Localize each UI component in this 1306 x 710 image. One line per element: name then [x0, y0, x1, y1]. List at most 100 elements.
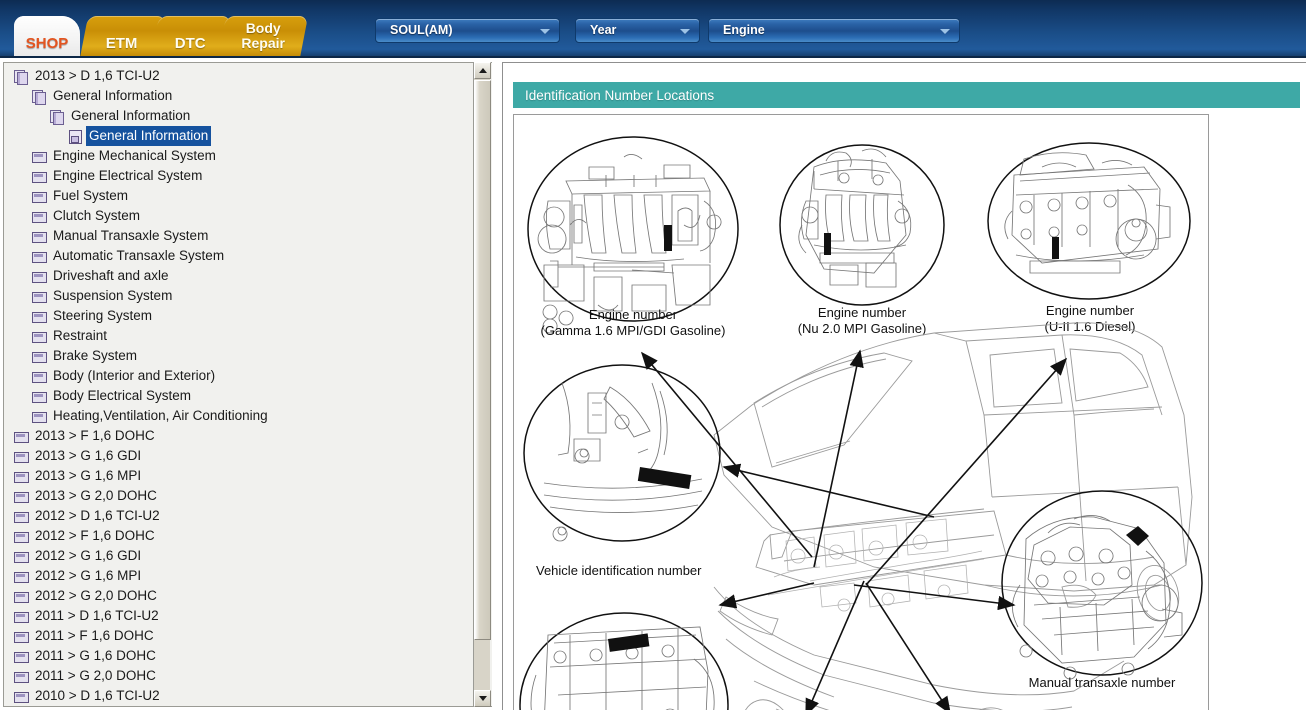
tree-item[interactable]: 2012 > G 2,0 DOHC — [7, 586, 477, 606]
tree-item[interactable]: 2011 > G 1,6 DOHC — [7, 646, 477, 666]
tree-item[interactable]: Restraint — [7, 326, 477, 346]
node-icon — [31, 329, 47, 343]
tree-item[interactable]: Engine Electrical System — [7, 166, 477, 186]
tree-item[interactable]: General Information — [7, 106, 477, 126]
node-icon — [13, 689, 29, 703]
caption-vin: Vehicle identification number — [536, 563, 702, 578]
app-header: SHOP ETM DTC Body Repair SOUL(AM) Year E… — [0, 0, 1306, 58]
tab-body-repair[interactable]: Body Repair — [217, 16, 309, 56]
node-icon — [31, 349, 47, 363]
tree-item-label: 2012 > G 1,6 MPI — [35, 568, 142, 583]
tab-shop[interactable]: SHOP — [14, 16, 80, 56]
figure-container: Engine number (Gamma 1.6 MPI/GDI Gasolin… — [513, 114, 1209, 710]
tree-item-label: Engine Mechanical System — [53, 148, 216, 163]
tree-item-label: Engine Electrical System — [53, 168, 203, 183]
tree-item-label: 2013 > D 1,6 TCI-U2 — [35, 68, 160, 83]
node-icon — [31, 389, 47, 403]
identification-number-diagram: Engine number (Gamma 1.6 MPI/GDI Gasolin… — [519, 136, 1203, 710]
tree-item[interactable]: 2012 > F 1,6 DOHC — [7, 526, 477, 546]
tree-item-label: Heating,Ventilation, Air Conditioning — [53, 408, 268, 423]
tree-item[interactable]: Steering System — [7, 306, 477, 326]
tree-item-label: General Information — [53, 88, 173, 103]
tree-item[interactable]: Brake System — [7, 346, 477, 366]
tree-scrollbar[interactable] — [473, 62, 491, 707]
tree-item[interactable]: 2013 > D 1,6 TCI-U2 — [7, 66, 477, 86]
tree-item[interactable]: Clutch System — [7, 206, 477, 226]
tree-item[interactable]: 2010 > D 1,6 TCI-U2 — [7, 686, 477, 706]
scroll-down-button[interactable] — [474, 690, 491, 707]
node-icon — [31, 149, 47, 163]
tab-body-repair-label: Body Repair — [241, 19, 286, 51]
tree-item[interactable]: 2011 > F 1,6 DOHC — [7, 626, 477, 646]
node-icon — [13, 509, 29, 523]
callout-circle-vin — [523, 364, 721, 542]
tree-item[interactable]: 2012 > G 1,6 MPI — [7, 566, 477, 586]
tree-item[interactable]: Driveshaft and axle — [7, 266, 477, 286]
node-icon — [31, 289, 47, 303]
tree-item-label: Manual Transaxle System — [53, 228, 209, 243]
node-icon — [13, 589, 29, 603]
node-icon — [31, 169, 47, 183]
year-select[interactable]: Year — [575, 18, 700, 43]
callout-circle-uii — [987, 142, 1191, 300]
caption-engine-gamma-line2: (Gamma 1.6 MPI/GDI Gasoline) — [541, 323, 726, 338]
tree-item-label: 2011 > G 1,6 DOHC — [35, 648, 156, 663]
navigation-tree-panel: 2013 > D 1,6 TCI-U2 General Information Ge… — [3, 62, 492, 707]
chevron-down-icon — [940, 29, 950, 34]
tree-item-label: 2013 > G 2,0 DOHC — [35, 488, 157, 503]
caption-engine-uii-line1: Engine number — [1046, 303, 1135, 318]
tree-item[interactable]: 2011 > D 1,6 TCI-U2 — [7, 606, 477, 626]
tree-item-label: 2012 > F 1,6 DOHC — [35, 528, 155, 543]
tab-etm-label: ETM — [105, 35, 138, 52]
tree-item[interactable]: General Information — [7, 126, 477, 146]
callout-circle-gamma — [527, 136, 739, 334]
tree-item[interactable]: Heating,Ventilation, Air Conditioning — [7, 406, 477, 426]
tree-item-label: 2010 > D 1,6 TCI-U2 — [35, 688, 160, 703]
tree-item-label: Restraint — [53, 328, 108, 343]
tree-item[interactable]: 2013 > G 1,6 MPI — [7, 466, 477, 486]
tree-item[interactable]: 2013 > F 1,6 DOHC — [7, 426, 477, 446]
tree-item[interactable]: Body (Interior and Exterior) — [7, 366, 477, 386]
tree-item[interactable]: 2012 > D 1,6 TCI-U2 — [7, 506, 477, 526]
node-icon — [31, 309, 47, 323]
node-icon — [31, 229, 47, 243]
scrollbar-thumb[interactable] — [474, 80, 491, 640]
tree-item-label: 2011 > F 1,6 DOHC — [35, 628, 154, 643]
node-icon — [13, 609, 29, 623]
tree-item-label: 2013 > F 1,6 DOHC — [35, 428, 155, 443]
node-icon — [31, 369, 47, 383]
scroll-up-button[interactable] — [474, 62, 491, 79]
tree-item-label: 2013 > G 1,6 GDI — [35, 448, 142, 463]
engine-select-value: Engine — [723, 23, 765, 37]
tree-item-label: Body (Interior and Exterior) — [53, 368, 216, 383]
node-icon — [31, 249, 47, 263]
model-select-value: SOUL(AM) — [390, 23, 453, 37]
engine-select[interactable]: Engine — [708, 18, 960, 43]
tree-item-label: General Information — [86, 126, 212, 146]
tree-item-label: Automatic Transaxle System — [53, 248, 225, 263]
tree-item[interactable]: Automatic Transaxle System — [7, 246, 477, 266]
tree-item[interactable]: 2012 > G 1,6 GDI — [7, 546, 477, 566]
triangle-up-icon — [478, 68, 487, 73]
tree-item[interactable]: Body Electrical System — [7, 386, 477, 406]
node-icon — [13, 629, 29, 643]
tree-item[interactable]: General Information — [7, 86, 477, 106]
vehicle-line-art — [713, 322, 1193, 710]
node-icon — [13, 469, 29, 483]
page-title: Identification Number Locations — [525, 87, 715, 103]
tree-item[interactable]: Manual Transaxle System — [7, 226, 477, 246]
tree-item[interactable]: 2013 > G 1,6 GDI — [7, 446, 477, 466]
tree-item[interactable]: 2013 > G 2,0 DOHC — [7, 486, 477, 506]
model-select[interactable]: SOUL(AM) — [375, 18, 560, 43]
tree-item[interactable]: Suspension System — [7, 286, 477, 306]
tree-item[interactable]: Engine Mechanical System — [7, 146, 477, 166]
tree-item-label: Body Electrical System — [53, 388, 192, 403]
tree-item[interactable]: Fuel System — [7, 186, 477, 206]
panel-divider — [492, 62, 502, 710]
header-divider — [0, 56, 1306, 58]
tree-item[interactable]: 2011 > G 2,0 DOHC — [7, 666, 477, 686]
tree-item-label: Fuel System — [53, 188, 129, 203]
caption-manual-transaxle: Manual transaxle number — [1029, 675, 1176, 690]
callout-circle-lower-left — [519, 612, 729, 710]
tree-item-label: General Information — [71, 108, 191, 123]
